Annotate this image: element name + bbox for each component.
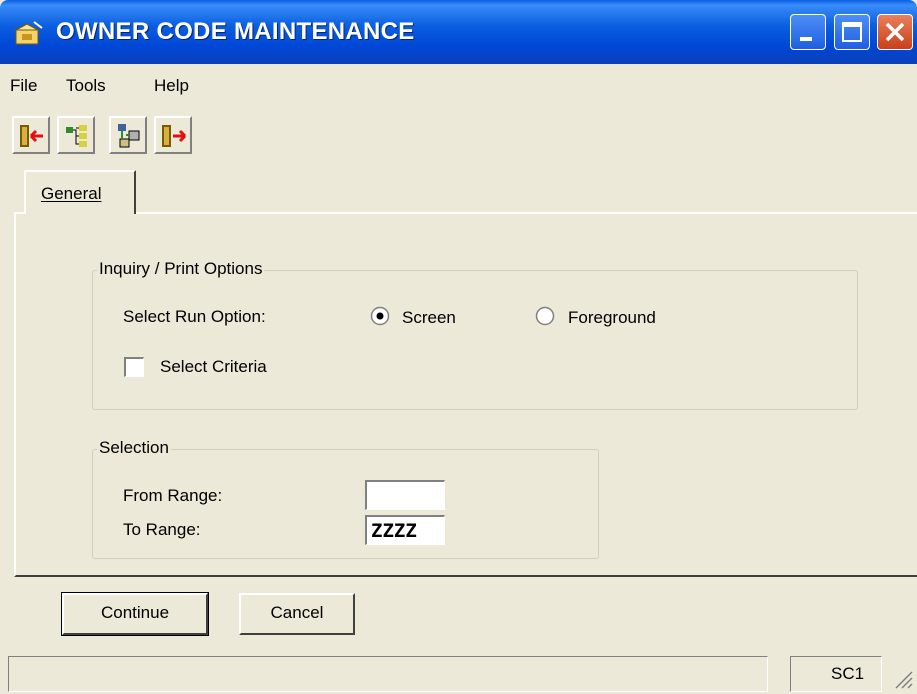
select-criteria-label: Select Criteria	[160, 357, 267, 376]
exit-icon	[20, 125, 43, 147]
maximize-button[interactable]	[834, 14, 870, 50]
close-icon	[885, 22, 905, 42]
menu-bar: File Tools Help	[0, 64, 917, 108]
radio-foreground[interactable]	[535, 306, 555, 326]
to-range-label: To Range:	[123, 520, 201, 539]
minimize-icon	[800, 37, 812, 41]
menu-help[interactable]: Help	[154, 76, 189, 96]
selection-title: Selection	[97, 438, 171, 458]
tree-icon	[66, 125, 87, 147]
exit-forward-icon	[162, 125, 187, 147]
app-window: OWNER CODE MAINTENANCE File Tools Help G…	[0, 0, 917, 694]
from-range-input[interactable]	[365, 480, 445, 510]
to-range-input[interactable]: ZZZZ	[365, 515, 445, 545]
status-pane-main	[8, 656, 768, 692]
window-title: OWNER CODE MAINTENANCE	[56, 18, 415, 45]
inquiry-options-group	[92, 270, 858, 410]
status-pane-code: SC1	[790, 656, 882, 692]
app-icon	[15, 21, 43, 45]
tab-general-label: General	[41, 184, 102, 203]
maximize-icon	[842, 22, 862, 42]
menu-file[interactable]: File	[10, 76, 37, 96]
exit-button[interactable]	[12, 116, 50, 154]
status-code-text: SC1	[831, 664, 865, 683]
minimize-button[interactable]	[790, 14, 826, 50]
inquiry-options-title: Inquiry / Print Options	[97, 259, 265, 279]
from-range-label: From Range:	[123, 486, 223, 505]
toolbar	[0, 108, 917, 158]
menu-tools[interactable]: Tools	[66, 76, 106, 96]
tree-button[interactable]	[57, 116, 95, 154]
radio-foreground-label: Foreground	[568, 308, 656, 327]
workstation-icon	[118, 124, 140, 148]
status-bar: SC1	[0, 652, 917, 694]
workstation-button[interactable]	[109, 116, 147, 154]
radio-screen[interactable]	[370, 306, 390, 326]
select-criteria-checkbox[interactable]	[124, 357, 144, 377]
radio-screen-label: Screen	[402, 308, 456, 327]
cancel-button[interactable]: Cancel	[239, 593, 355, 635]
resize-grip-icon[interactable]	[892, 668, 914, 690]
title-bar[interactable]: OWNER CODE MAINTENANCE	[0, 0, 917, 64]
close-button[interactable]	[877, 14, 913, 50]
run-option-label: Select Run Option:	[123, 307, 266, 326]
exit-forward-button[interactable]	[154, 116, 192, 154]
continue-button[interactable]: Continue	[61, 592, 209, 636]
tab-general[interactable]: General	[24, 170, 136, 214]
